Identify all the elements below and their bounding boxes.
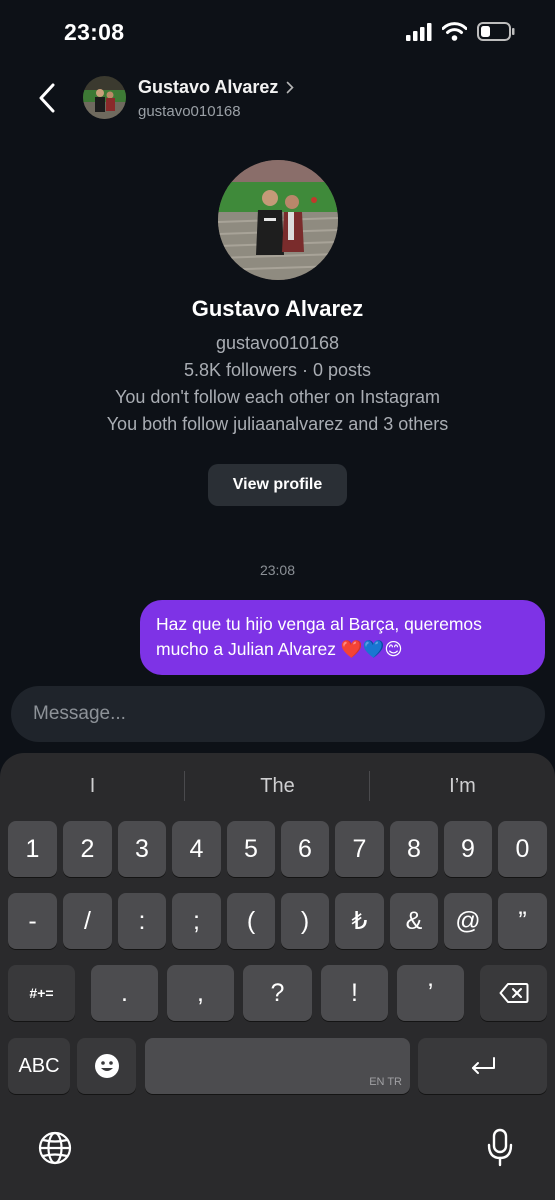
backspace-key[interactable] xyxy=(480,965,547,1021)
sent-message-bubble[interactable]: Haz que tu hijo venga al Barça, queremos… xyxy=(140,600,545,675)
return-icon xyxy=(471,1057,495,1074)
chevron-right-icon xyxy=(287,81,295,94)
key-8[interactable]: 8 xyxy=(390,821,438,877)
key-close-paren[interactable]: ) xyxy=(281,893,329,949)
wifi-icon xyxy=(442,22,467,41)
key-period[interactable]: . xyxy=(91,965,158,1021)
message-input[interactable] xyxy=(11,686,545,742)
profile-name: Gustavo Alvarez xyxy=(191,296,364,321)
key-hyphen[interactable]: - xyxy=(8,893,57,949)
keyboard-language: EN TR xyxy=(369,1076,402,1088)
key-exclamation[interactable]: ! xyxy=(321,965,388,1021)
key-quote[interactable]: ” xyxy=(498,893,547,949)
back-button[interactable] xyxy=(30,80,64,116)
return-key[interactable] xyxy=(418,1038,547,1094)
key-4[interactable]: 4 xyxy=(172,821,221,877)
key-slash[interactable]: / xyxy=(63,893,112,949)
emoji-icon xyxy=(94,1054,119,1078)
message-composer[interactable] xyxy=(11,686,545,742)
profile-stats: 5.8K followers · 0 posts xyxy=(183,360,372,380)
mutual-followers[interactable]: You both follow juliaanalvarez and 3 oth… xyxy=(0,411,555,438)
microphone-icon[interactable] xyxy=(486,1128,514,1168)
key-9[interactable]: 9 xyxy=(444,821,492,877)
key-semicolon[interactable]: ; xyxy=(172,893,221,949)
chat-header: Gustavo Alvarez gustavo010168 xyxy=(0,66,555,130)
chevron-left-icon xyxy=(39,83,55,113)
battery-icon xyxy=(477,22,515,41)
suggestion-bar: I The I’m xyxy=(0,769,555,803)
key-1[interactable]: 1 xyxy=(8,821,57,877)
key-3[interactable]: 3 xyxy=(118,821,166,877)
status-bar: 23:08 xyxy=(0,0,555,64)
view-profile-button[interactable]: View profile xyxy=(208,464,347,506)
globe-icon[interactable] xyxy=(37,1130,73,1166)
key-apostrophe[interactable]: ’ xyxy=(397,965,464,1021)
profile-card: Gustavo Alvarez gustavo010168 5.8K follo… xyxy=(0,160,555,506)
signal-icon xyxy=(406,22,432,41)
key-7[interactable]: 7 xyxy=(335,821,384,877)
suggestion-1[interactable]: I xyxy=(0,769,185,803)
profile-avatar[interactable] xyxy=(217,160,338,280)
suggestion-divider xyxy=(369,771,370,801)
suggestion-2[interactable]: The xyxy=(185,769,370,803)
profile-username: gustavo010168 xyxy=(215,333,340,353)
header-name-row[interactable]: Gustavo Alvarez xyxy=(138,77,295,98)
key-colon[interactable]: : xyxy=(118,893,166,949)
follow-status: You don't follow each other on Instagram xyxy=(115,387,440,407)
key-ampersand[interactable]: & xyxy=(390,893,438,949)
key-question[interactable]: ? xyxy=(243,965,312,1021)
key-comma[interactable]: , xyxy=(167,965,234,1021)
suggestion-divider xyxy=(184,771,185,801)
key-lira[interactable]: ₺ xyxy=(335,893,384,949)
status-time: 23:08 xyxy=(64,19,125,45)
backspace-icon xyxy=(499,983,528,1003)
key-0[interactable]: 0 xyxy=(498,821,547,877)
key-open-paren[interactable]: ( xyxy=(227,893,275,949)
space-key[interactable]: EN TR xyxy=(145,1038,410,1094)
keyboard: I The I’m 1 2 3 4 5 6 7 8 9 0 - / : ; ( … xyxy=(0,753,555,1200)
key-5[interactable]: 5 xyxy=(227,821,275,877)
suggestion-3[interactable]: I’m xyxy=(370,769,555,803)
key-at[interactable]: @ xyxy=(444,893,492,949)
key-abc[interactable]: ABC xyxy=(8,1038,70,1094)
key-6[interactable]: 6 xyxy=(281,821,329,877)
avatar-photo xyxy=(83,76,126,119)
profile-photo xyxy=(217,160,338,280)
header-username: gustavo010168 xyxy=(138,103,241,120)
emoji-key[interactable] xyxy=(77,1038,136,1094)
key-symbols-toggle[interactable]: #+= xyxy=(8,965,75,1021)
key-2[interactable]: 2 xyxy=(63,821,112,877)
message-timestamp: 23:08 xyxy=(259,562,296,578)
header-avatar[interactable] xyxy=(83,76,126,119)
status-icons xyxy=(406,22,515,41)
header-name: Gustavo Alvarez xyxy=(138,77,279,97)
